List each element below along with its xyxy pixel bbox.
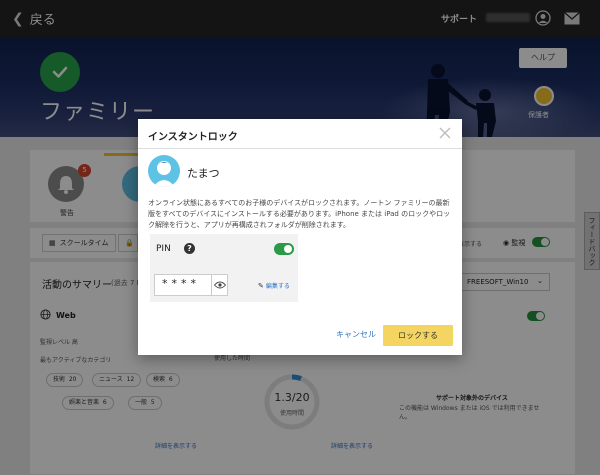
- instant-lock-dialog: インスタントロック たまつ オンライン状態にあるすべてのお子様のデバイスがロック…: [138, 119, 462, 355]
- child-avatar-icon: [153, 161, 175, 187]
- child-name: たまつ: [187, 167, 220, 180]
- dialog-header: インスタントロック: [138, 119, 462, 149]
- edit-pin-link[interactable]: ✎ 編集する: [258, 281, 290, 291]
- pencil-icon: ✎: [258, 281, 264, 290]
- dialog-description: オンライン状態にあるすべてのお子様のデバイスがロックされます。ノートン ファミリ…: [148, 199, 451, 229]
- cancel-button[interactable]: キャンセル: [336, 329, 376, 340]
- close-icon[interactable]: [438, 126, 452, 140]
- pin-toggle[interactable]: [274, 243, 294, 255]
- lock-button[interactable]: ロックする: [383, 325, 453, 346]
- child-avatar: [148, 155, 180, 187]
- help-icon[interactable]: ?: [184, 243, 195, 254]
- pin-field[interactable]: ****: [154, 274, 212, 296]
- eye-icon: [213, 281, 226, 289]
- pin-section: PIN ? **** ✎ 編集する: [150, 234, 298, 302]
- pin-label: PIN: [156, 244, 171, 254]
- dialog-title: インスタントロック: [148, 132, 238, 143]
- edit-label: 編集する: [265, 283, 290, 290]
- show-pin-button[interactable]: [212, 274, 228, 296]
